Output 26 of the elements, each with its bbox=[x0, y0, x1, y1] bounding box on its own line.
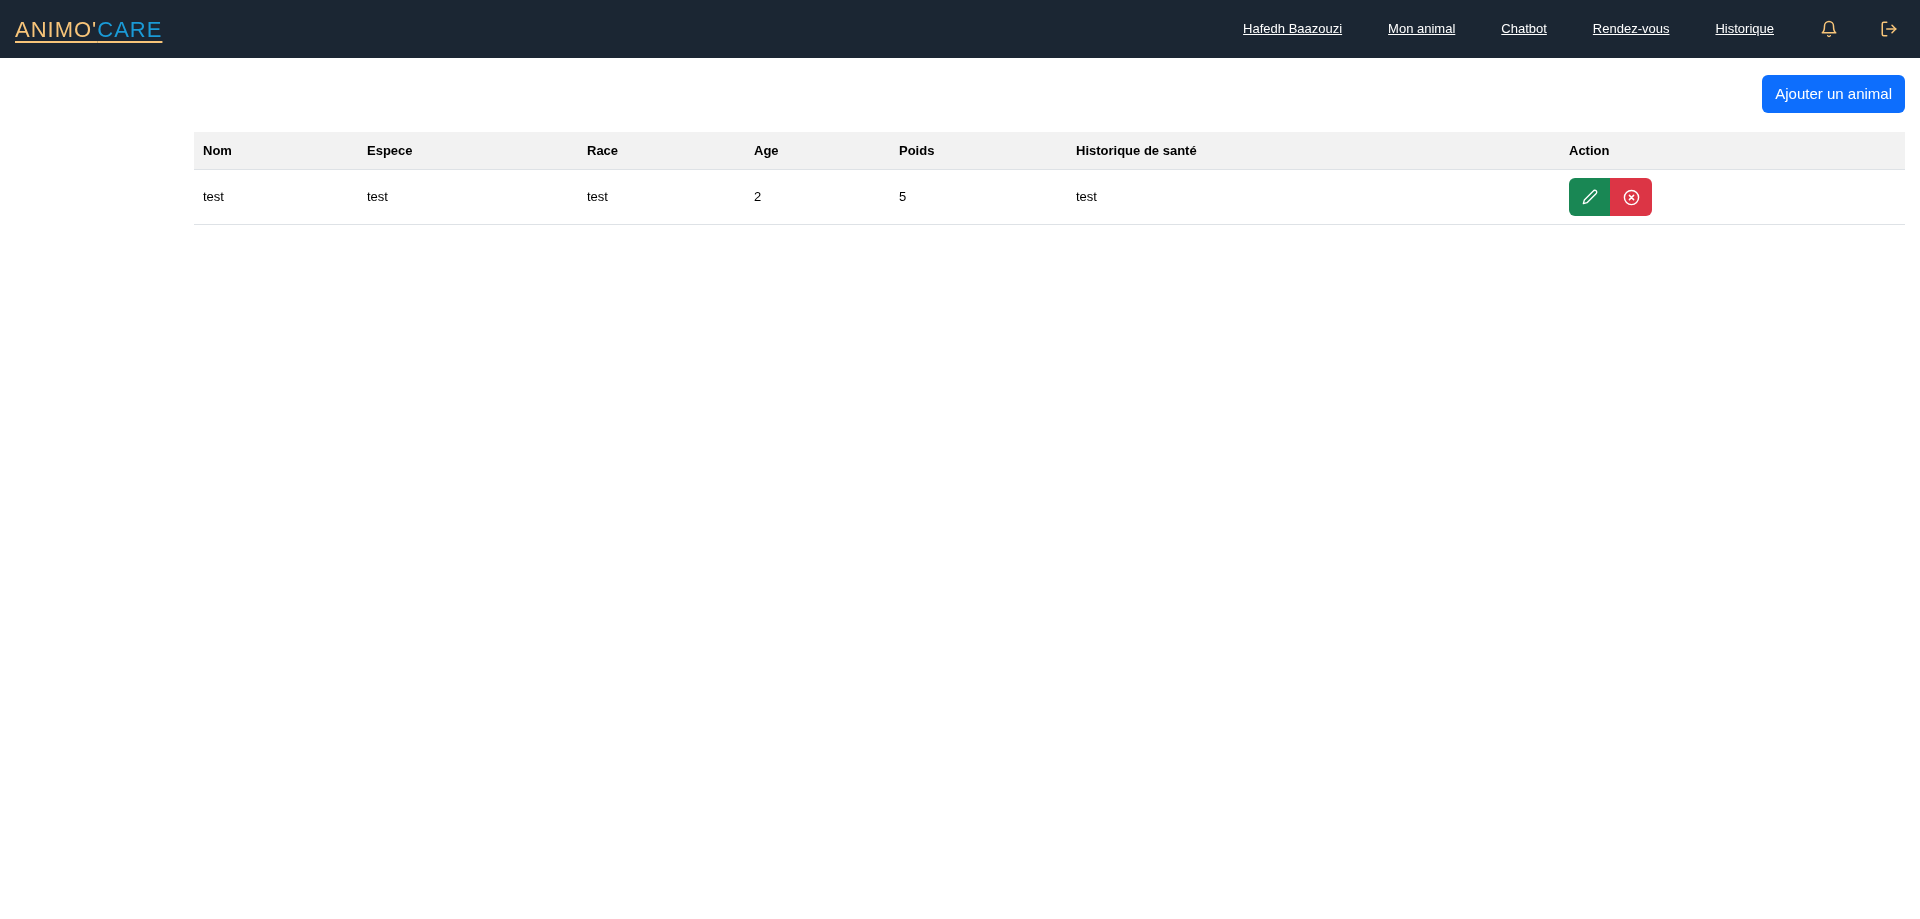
column-header: Espece bbox=[366, 141, 414, 160]
bell-icon[interactable] bbox=[1820, 20, 1838, 38]
delete-button[interactable] bbox=[1610, 178, 1652, 216]
table-cell-text: 5 bbox=[898, 188, 908, 207]
logo-link[interactable]: ANIMO'CARE bbox=[15, 12, 163, 46]
table-cell-text: test bbox=[202, 188, 225, 207]
nav-link[interactable]: Chatbot bbox=[1501, 19, 1547, 39]
column-header: Action bbox=[1568, 141, 1611, 160]
close-circle-icon bbox=[1622, 188, 1640, 206]
column-header: Race bbox=[586, 141, 620, 160]
logout-icon[interactable] bbox=[1880, 20, 1898, 38]
table-cell-text: test bbox=[1075, 188, 1098, 207]
table-cell-text: 2 bbox=[753, 188, 763, 207]
table-cell-text: test bbox=[366, 188, 389, 207]
column-header: Age bbox=[753, 141, 780, 160]
pencil-icon bbox=[1581, 189, 1598, 205]
nav-link[interactable]: Historique bbox=[1715, 19, 1774, 39]
table-cell-text: test bbox=[586, 188, 609, 207]
column-header: Poids bbox=[898, 141, 936, 160]
edit-button[interactable] bbox=[1569, 178, 1610, 216]
nav-link[interactable]: Mon animal bbox=[1388, 19, 1456, 39]
nav-link[interactable]: Rendez-vous bbox=[1592, 19, 1670, 39]
column-header: Historique de santé bbox=[1075, 141, 1198, 160]
add-animal-button[interactable]: Ajouter un animal bbox=[1762, 75, 1905, 113]
nav-link[interactable]: Hafedh Baazouzi bbox=[1243, 19, 1343, 39]
column-header: Nom bbox=[202, 141, 233, 160]
